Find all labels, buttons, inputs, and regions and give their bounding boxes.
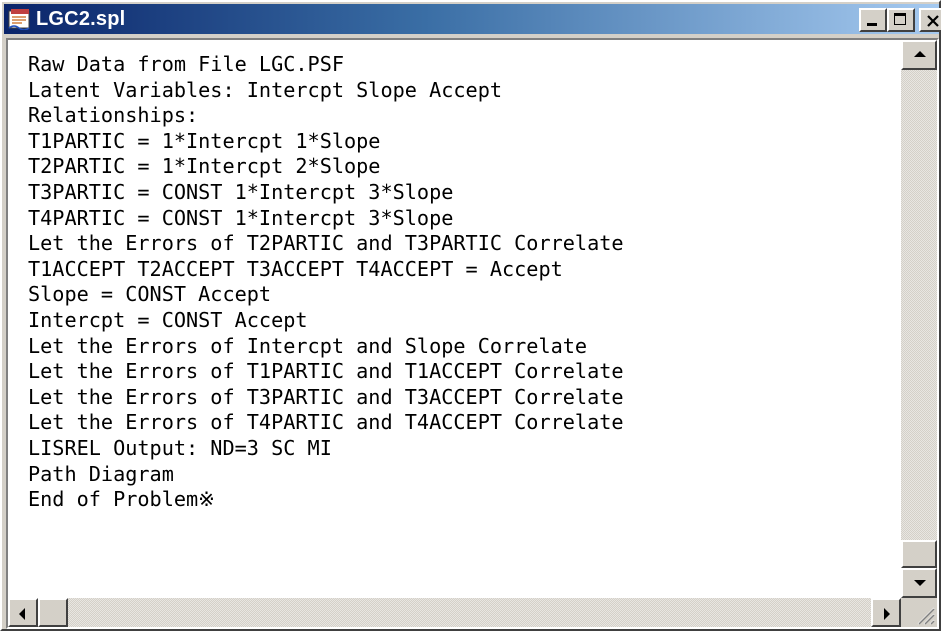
code-line: Let the Errors of T3PARTIC and T3ACCEPT … — [28, 384, 624, 409]
horizontal-scrollbar[interactable] — [8, 598, 901, 627]
editor-client-area: Raw Data from File LGC.PSF Latent Variabl… — [6, 38, 939, 629]
document-window: LGC2.spl Raw Data from File LGC.PSF Laten… — [0, 0, 941, 631]
code-line: Slope = CONST Accept — [28, 282, 272, 307]
window-title: LGC2.spl — [36, 7, 126, 30]
scroll-up-button[interactable] — [901, 40, 937, 70]
vertical-scrollbar[interactable] — [901, 40, 937, 598]
horizontal-scroll-thumb[interactable] — [38, 598, 68, 627]
scroll-down-button[interactable] — [901, 568, 937, 598]
resize-grip-icon — [917, 607, 935, 625]
arrow-right-icon — [884, 608, 890, 620]
code-line: Relationships: — [28, 103, 199, 128]
scroll-left-button[interactable] — [8, 598, 38, 627]
syntax-text-area[interactable]: Raw Data from File LGC.PSF Latent Variabl… — [8, 40, 901, 598]
scroll-right-button[interactable] — [871, 598, 901, 627]
close-button[interactable] — [919, 8, 941, 32]
arrow-up-icon — [914, 51, 926, 57]
code-line: Let the Errors of T2PARTIC and T3PARTIC … — [28, 231, 624, 256]
spl-document-icon[interactable] — [8, 8, 32, 31]
arrow-down-icon — [914, 580, 926, 586]
code-line: Let the Errors of T4PARTIC and T4ACCEPT … — [28, 410, 624, 435]
code-line: T3PARTIC = CONST 1*Intercpt 3*Slope — [28, 179, 454, 204]
arrow-left-icon — [19, 608, 25, 620]
window-controls — [859, 8, 941, 32]
syntax-text: Raw Data from File LGC.PSF Latent Variabl… — [8, 40, 901, 513]
code-line: Let the Errors of T1PARTIC and T1ACCEPT … — [28, 359, 624, 384]
close-icon — [926, 13, 940, 32]
code-line: Let the Errors of Intercpt and Slope Cor… — [28, 333, 588, 358]
vertical-scroll-thumb[interactable] — [901, 540, 937, 568]
minimize-icon — [867, 23, 877, 26]
code-line: T1PARTIC = 1*Intercpt 1*Slope — [28, 128, 381, 153]
code-line: T1ACCEPT T2ACCEPT T3ACCEPT T4ACCEPT = Ac… — [28, 256, 563, 281]
maximize-icon — [894, 13, 906, 25]
code-line: Intercpt = CONST Accept — [28, 307, 308, 332]
code-line: T4PARTIC = CONST 1*Intercpt 3*Slope — [28, 205, 454, 230]
code-line: End of Problem※ — [28, 487, 216, 512]
code-line: Raw Data from File LGC.PSF — [28, 52, 345, 76]
code-line: Latent Variables: Intercpt Slope Accept — [28, 77, 503, 102]
code-line: T2PARTIC = 1*Intercpt 2*Slope — [28, 154, 381, 179]
code-line: Path Diagram — [28, 461, 174, 486]
size-grip[interactable] — [901, 598, 937, 627]
minimize-button[interactable] — [859, 8, 887, 32]
code-line: LISREL Output: ND=3 SC MI — [28, 435, 332, 460]
title-bar[interactable]: LGC2.spl — [4, 4, 941, 34]
maximize-button[interactable] — [887, 8, 915, 32]
